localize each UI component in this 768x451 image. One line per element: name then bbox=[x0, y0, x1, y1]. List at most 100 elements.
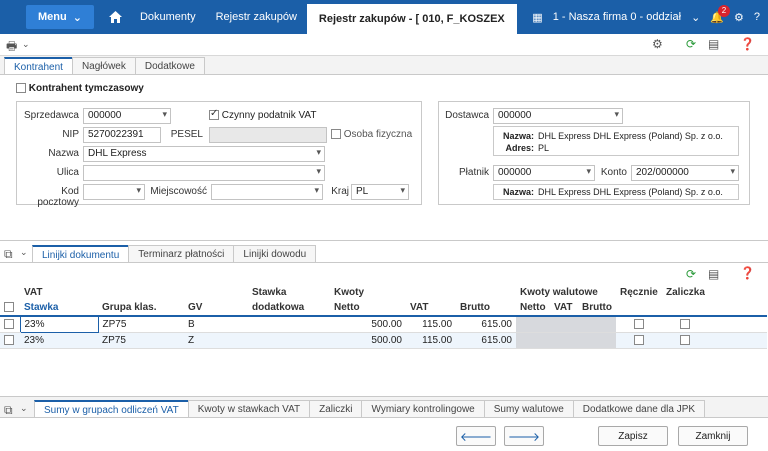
zaliczka-checkbox[interactable] bbox=[680, 335, 691, 346]
kod-label: Kod pocztowy bbox=[37, 186, 79, 208]
row-checkbox[interactable] bbox=[4, 319, 14, 330]
tab-sumy-walutowe[interactable]: Sumy walutowe bbox=[483, 400, 574, 417]
cell-vat[interactable]: 115.00 bbox=[406, 316, 456, 333]
cell-grupa[interactable]: ZP75 bbox=[98, 316, 184, 333]
select-all-checkbox[interactable] bbox=[4, 302, 14, 313]
chevron-down-icon[interactable]: ⌄ bbox=[20, 247, 28, 258]
tab-label: Rejestr zakupów bbox=[215, 11, 297, 23]
col-wvat[interactable]: VAT bbox=[550, 300, 578, 317]
bell-icon[interactable]: 🔔 2 bbox=[710, 4, 730, 24]
company-label[interactable]: 1 - Nasza firma 0 - oddział bbox=[553, 11, 681, 23]
cell-netto[interactable]: 500.00 bbox=[330, 316, 406, 333]
col-brutto[interactable]: Brutto bbox=[456, 300, 516, 317]
konto-select[interactable]: 202/000000 ▾ bbox=[631, 165, 739, 181]
vat-payer[interactable]: Czynny podatnik VAT bbox=[209, 108, 317, 121]
tab-dokumenty[interactable]: Dokumenty bbox=[130, 0, 206, 34]
vat-payer-checkbox[interactable] bbox=[209, 108, 219, 121]
zaliczka-checkbox[interactable] bbox=[680, 319, 691, 330]
table-row[interactable]: 23% ZP75 B 500.00 115.00 615.00 bbox=[0, 315, 767, 333]
view-icon[interactable]: ⧉ bbox=[4, 247, 13, 262]
cell-brutto[interactable]: 615.00 bbox=[456, 316, 516, 333]
recznie-checkbox[interactable] bbox=[634, 335, 644, 346]
temp-contractor[interactable]: Kontrahent tymczasowy bbox=[16, 83, 144, 94]
previous-button[interactable]: 🡐 bbox=[456, 426, 496, 446]
header-recznie: Ręcznie bbox=[616, 285, 662, 300]
tab-kontrahent[interactable]: Kontrahent bbox=[4, 57, 73, 74]
row-checkbox[interactable] bbox=[4, 335, 14, 346]
nip-field[interactable]: 5270022391 bbox=[83, 127, 161, 143]
export-icon[interactable]: ▤ bbox=[708, 267, 719, 281]
refresh-icon[interactable]: ⟳ bbox=[686, 37, 696, 51]
kraj-select[interactable]: PL ▾ bbox=[351, 184, 409, 200]
grid-icon[interactable]: ▦ bbox=[532, 11, 542, 24]
kraj-value: PL bbox=[356, 186, 369, 197]
view-icon[interactable]: ⧉ bbox=[4, 403, 13, 418]
col-stawka[interactable]: Stawka bbox=[20, 300, 98, 317]
cell-grupa[interactable]: ZP75 bbox=[98, 332, 184, 349]
pesel-field[interactable] bbox=[209, 127, 327, 143]
help-icon[interactable]: ? bbox=[754, 11, 760, 23]
tab-jpk[interactable]: Dodatkowe dane dla JPK bbox=[572, 400, 706, 417]
osoba-checkbox[interactable] bbox=[331, 129, 341, 140]
settings-icon[interactable]: ⚙ bbox=[652, 37, 663, 51]
tab-rejestr-zakupow[interactable]: Rejestr zakupów bbox=[206, 0, 307, 34]
table-header-groups: VAT Stawka Kwoty Kwoty walutowe Ręcznie … bbox=[0, 285, 767, 300]
chevron-down-icon[interactable]: ⌄ bbox=[22, 39, 30, 50]
chevron-down-icon: ▾ bbox=[614, 109, 619, 119]
table-row[interactable]: 23% ZP75 Z 500.00 115.00 615.00 bbox=[0, 332, 767, 349]
export-icon[interactable]: ▤ bbox=[708, 37, 719, 51]
refresh-icon[interactable]: ⟳ bbox=[686, 267, 696, 281]
close-button[interactable]: Zamknij bbox=[678, 426, 748, 446]
col-wnetto[interactable]: Netto bbox=[516, 300, 550, 317]
miejscowosc-select[interactable]: ▾ bbox=[211, 184, 323, 200]
save-button[interactable]: Zapisz bbox=[598, 426, 668, 446]
col-wbrutto[interactable]: Brutto bbox=[578, 300, 616, 317]
col-grupa[interactable]: Grupa klas. bbox=[98, 300, 184, 317]
print-icon[interactable]: 🖶 bbox=[6, 37, 17, 58]
col-netto[interactable]: Netto bbox=[330, 300, 406, 317]
tab-zaliczki[interactable]: Zaliczki bbox=[309, 400, 363, 417]
platnik-nazwa-value: DHL Express DHL Express (Poland) Sp. z o… bbox=[538, 187, 723, 197]
sprzedawca-select[interactable]: 000000 ▾ bbox=[83, 108, 171, 124]
tab-rejestr-zakupow-document[interactable]: Rejestr zakupów - [ 010, F_KOSZEX bbox=[306, 4, 517, 34]
tab-linijki-dowodu[interactable]: Linijki dowodu bbox=[233, 245, 317, 262]
header-zaliczka: Zaliczka bbox=[662, 285, 709, 300]
platnik-select[interactable]: 000000 ▾ bbox=[493, 165, 595, 181]
tab-sumy-grupach[interactable]: Sumy w grupach odliczeń VAT bbox=[34, 400, 189, 417]
cell-stawka[interactable]: 23% bbox=[19, 315, 99, 333]
tab-naglowek[interactable]: Nagłówek bbox=[71, 57, 136, 74]
ulica-select[interactable]: ▾ bbox=[83, 165, 325, 181]
col-gv[interactable]: GV bbox=[184, 300, 248, 317]
menu-button[interactable]: Menu ⌄ bbox=[26, 5, 94, 29]
tab-terminarz[interactable]: Terminarz płatności bbox=[128, 245, 235, 262]
chevron-down-icon[interactable]: ⌄ bbox=[20, 403, 28, 414]
cell-brutto[interactable]: 615.00 bbox=[456, 332, 516, 349]
supplier-box: Dostawca 000000 ▾ Nazwa: DHL Express DHL … bbox=[438, 101, 750, 205]
home-icon[interactable] bbox=[102, 0, 130, 34]
ulica-label: Ulica bbox=[56, 167, 79, 178]
cell-stawka[interactable]: 23% bbox=[20, 332, 98, 349]
kod-select[interactable]: ▾ bbox=[83, 184, 145, 200]
chevron-down-icon: ▾ bbox=[730, 166, 735, 176]
cell-vat[interactable]: 115.00 bbox=[406, 332, 456, 349]
vat-payer-label: Czynny podatnik VAT bbox=[221, 110, 317, 121]
dostawca-select[interactable]: 000000 ▾ bbox=[493, 108, 623, 124]
osoba-fizyczna[interactable]: Osoba fizyczna bbox=[331, 129, 412, 140]
tab-linijki-dokumentu[interactable]: Linijki dokumentu bbox=[32, 245, 130, 262]
col-vat[interactable]: VAT bbox=[406, 300, 456, 317]
tab-wymiary[interactable]: Wymiary kontrolingowe bbox=[361, 400, 485, 417]
recznie-checkbox[interactable] bbox=[634, 319, 644, 330]
temp-contractor-checkbox[interactable] bbox=[16, 83, 26, 94]
cell-gv[interactable]: B bbox=[184, 316, 248, 333]
chevron-down-icon: ▾ bbox=[316, 147, 321, 157]
gear-icon[interactable]: ⚙ bbox=[734, 11, 744, 24]
nazwa-select[interactable]: DHL Express ▾ bbox=[83, 146, 325, 162]
col-dodatkowa[interactable]: dodatkowa bbox=[248, 300, 330, 317]
help-icon[interactable]: ❓ bbox=[740, 266, 755, 280]
next-button[interactable]: 🡒 bbox=[504, 426, 544, 446]
cell-gv[interactable]: Z bbox=[184, 332, 248, 349]
tab-kwoty-stawkach[interactable]: Kwoty w stawkach VAT bbox=[187, 400, 311, 417]
tab-dodatkowe[interactable]: Dodatkowe bbox=[134, 57, 205, 74]
help-icon[interactable]: ❓ bbox=[740, 37, 755, 51]
cell-netto[interactable]: 500.00 bbox=[330, 332, 406, 349]
